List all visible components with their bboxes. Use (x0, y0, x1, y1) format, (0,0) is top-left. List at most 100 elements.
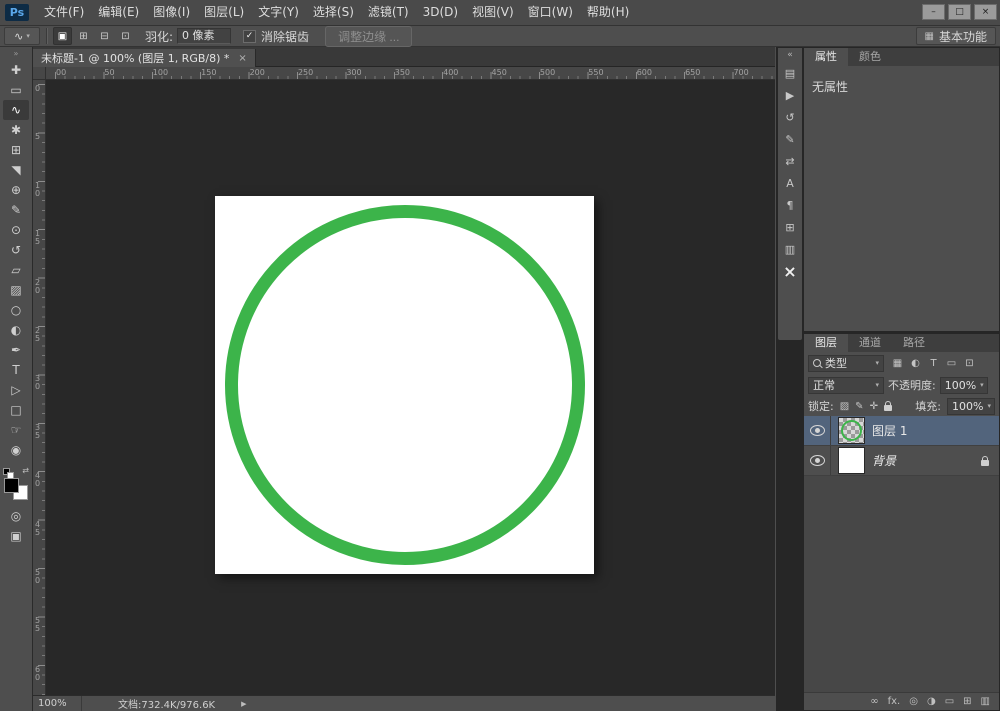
subtract-selection-mode[interactable]: ⊟ (95, 27, 114, 45)
lasso-tool[interactable]: ∿ (3, 100, 29, 120)
menu-item[interactable]: 文字(Y) (251, 0, 306, 25)
antialias-checkbox[interactable]: ✓ (243, 30, 256, 43)
menu-item[interactable]: 视图(V) (465, 0, 521, 25)
top-ruler[interactable]: 0050100150200250300350400450500550600650… (46, 67, 775, 80)
shape-tool[interactable]: □ (3, 400, 29, 420)
filter-adjustment-layers-icon[interactable]: ◐ (907, 355, 924, 371)
close-panel-icon[interactable]: × (778, 260, 802, 282)
menu-item[interactable]: 3D(D) (416, 0, 465, 25)
fill-dropdown[interactable]: 100% ▾ (947, 398, 995, 415)
zoom-tool[interactable]: ◉ (3, 440, 29, 460)
marquee-tool[interactable]: ▭ (3, 80, 29, 100)
menu-item[interactable]: 窗口(W) (521, 0, 580, 25)
workspace-switcher[interactable]: ▦ 基本功能 (916, 27, 996, 45)
delete-layer-icon[interactable]: ▥ (981, 697, 990, 707)
quick-selection-tool[interactable]: ✱ (3, 120, 29, 140)
new-selection-mode[interactable]: ▣ (53, 27, 72, 45)
add-selection-mode[interactable]: ⊞ (74, 27, 93, 45)
minimize-button[interactable]: – (922, 4, 945, 20)
histogram-panel-icon[interactable]: ▥ (778, 238, 802, 260)
refine-edge-button[interactable]: 调整边缘 ... (325, 26, 412, 47)
layer-thumbnail[interactable] (838, 417, 865, 444)
new-group-icon[interactable]: ▭ (945, 697, 954, 707)
lock-transparency-icon[interactable]: ▨ (840, 401, 849, 412)
eyedropper-tool[interactable]: ◥ (3, 160, 29, 180)
history-panel-icon[interactable]: ↺ (778, 106, 802, 128)
styles-panel-icon[interactable]: ✎ (778, 128, 802, 150)
link-layers-icon[interactable]: ∞ (870, 697, 878, 707)
actions-panel-icon[interactable]: ▶ (778, 84, 802, 106)
document-tab[interactable]: 未标题-1 @ 100% (图层 1, RGB/8) * × (33, 49, 256, 68)
eraser-tool[interactable]: ▱ (3, 260, 29, 280)
document-size-status[interactable]: 文档:732.4K/976.6K (118, 696, 215, 711)
filter-type-layers-icon[interactable]: T (925, 355, 942, 371)
layer-thumbnail[interactable] (838, 447, 865, 474)
lock-all-icon[interactable] (884, 405, 892, 411)
adjustment-layer-icon[interactable]: ◑ (927, 697, 936, 707)
swap-colors-icon[interactable]: ⇄ (22, 466, 29, 475)
close-button[interactable]: × (974, 4, 997, 20)
zoom-level-field[interactable]: 100% (33, 696, 82, 711)
brush-presets-panel-icon[interactable]: ▤ (778, 62, 802, 84)
clone-source-panel-icon[interactable]: ⇄ (778, 150, 802, 172)
filter-pixel-layers-icon[interactable]: ▦ (889, 355, 906, 371)
layer-name[interactable]: 图层 1 (872, 422, 907, 439)
menu-item[interactable]: 文件(F) (37, 0, 91, 25)
opacity-dropdown[interactable]: 100% ▾ (940, 377, 988, 394)
feather-input[interactable]: 0 像素 (177, 28, 231, 44)
character-panel-icon[interactable]: A (778, 172, 802, 194)
canvas-viewport[interactable] (46, 80, 775, 695)
crop-tool[interactable]: ⊞ (3, 140, 29, 160)
quick-mask-button[interactable]: ◎ (3, 506, 29, 526)
visibility-toggle[interactable] (804, 416, 831, 445)
paragraph-panel-icon[interactable]: ¶ (778, 194, 802, 216)
properties-tab[interactable]: 属性 (804, 48, 848, 66)
healing-brush-tool[interactable]: ⊕ (3, 180, 29, 200)
filter-shape-layers-icon[interactable]: ▭ (943, 355, 960, 371)
info-panel-icon[interactable]: ⊞ (778, 216, 802, 238)
layers-tab[interactable]: 路径 (892, 334, 936, 352)
menu-item[interactable]: 编辑(E) (91, 0, 146, 25)
intersect-selection-mode[interactable]: ⊡ (116, 27, 135, 45)
left-ruler[interactable]: 051015202530354045505560 (33, 80, 46, 695)
layer-name[interactable]: 背景 (872, 452, 896, 469)
document-canvas[interactable] (215, 196, 594, 574)
brush-tool[interactable]: ✎ (3, 200, 29, 220)
type-tool[interactable]: T (3, 360, 29, 380)
pen-tool[interactable]: ✒ (3, 340, 29, 360)
menu-item[interactable]: 滤镜(T) (361, 0, 416, 25)
move-tool[interactable]: ✚ (3, 60, 29, 80)
filter-smart-objects-icon[interactable]: ⊡ (961, 355, 978, 371)
dodge-tool[interactable]: ◐ (3, 320, 29, 340)
screen-mode-button[interactable]: ▣ (3, 526, 29, 546)
clone-stamp-tool[interactable]: ⊙ (3, 220, 29, 240)
expand-panels-icon[interactable]: « (787, 48, 793, 62)
close-icon[interactable]: × (238, 53, 246, 64)
layer-style-icon[interactable]: fx. (888, 697, 901, 707)
status-menu-arrow-icon[interactable]: ▶ (241, 700, 246, 708)
path-selection-tool[interactable]: ▷ (3, 380, 29, 400)
blend-mode-dropdown[interactable]: 正常 ▾ (808, 377, 884, 394)
maximize-button[interactable]: □ (948, 4, 971, 20)
layer-row-background[interactable]: 背景 (804, 446, 999, 476)
add-layer-mask-icon[interactable]: ◎ (909, 697, 918, 707)
properties-tab[interactable]: 颜色 (848, 48, 892, 66)
layers-tab[interactable]: 图层 (804, 334, 848, 352)
default-colors-icon[interactable] (3, 468, 13, 478)
layers-tab[interactable]: 通道 (848, 334, 892, 352)
lock-pixels-icon[interactable]: ✎ (855, 401, 863, 412)
collapse-toolbox-icon[interactable]: » (14, 47, 19, 60)
gradient-tool[interactable]: ▨ (3, 280, 29, 300)
menu-item[interactable]: 选择(S) (306, 0, 361, 25)
history-brush-tool[interactable]: ↺ (3, 240, 29, 260)
foreground-color-swatch[interactable] (4, 478, 19, 493)
lock-position-icon[interactable]: ✛ (870, 401, 878, 412)
blur-tool[interactable]: ○ (3, 300, 29, 320)
new-layer-icon[interactable]: ⊞ (963, 697, 971, 707)
menu-item[interactable]: 图像(I) (146, 0, 197, 25)
layer-row-layer-1[interactable]: 图层 1 (804, 416, 999, 446)
menu-item[interactable]: 图层(L) (197, 0, 251, 25)
ruler-corner[interactable] (33, 67, 46, 80)
layer-filter-kind-dropdown[interactable]: 类型 ▾ (808, 355, 884, 372)
hand-tool[interactable]: ☞ (3, 420, 29, 440)
